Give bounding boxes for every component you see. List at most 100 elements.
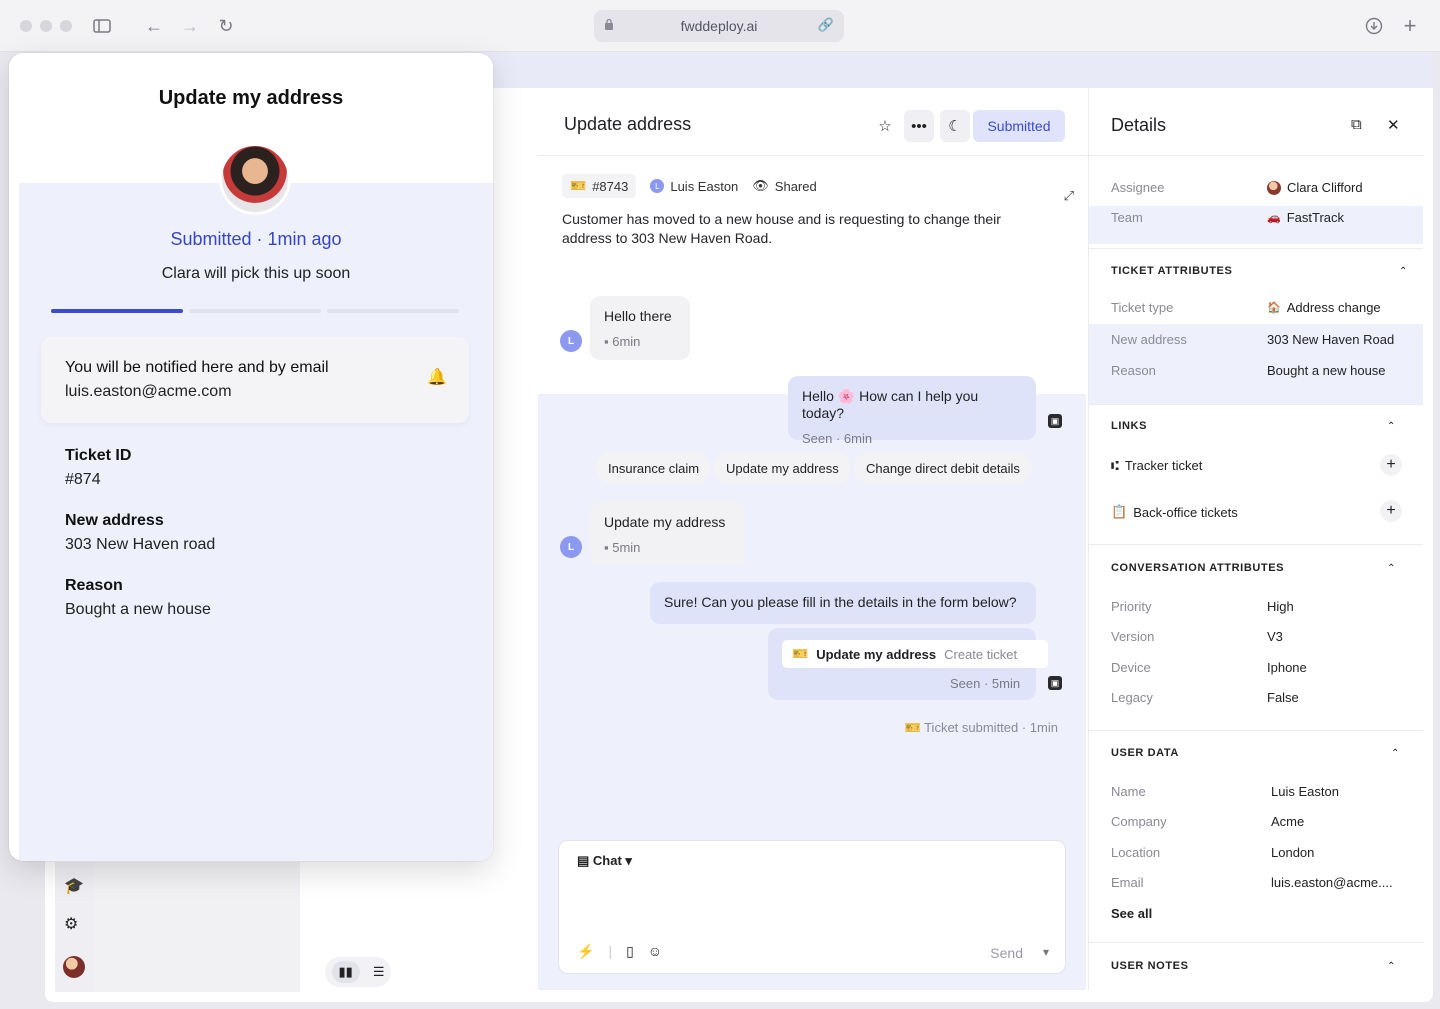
assignee-label: Assignee bbox=[1111, 180, 1165, 195]
quick-reply-button[interactable]: Change direct debit details bbox=[854, 452, 1032, 484]
ticket-icon: 🎫 bbox=[792, 646, 809, 661]
attribute-value: Iphone bbox=[1267, 660, 1307, 675]
field-value: Bought a new house bbox=[65, 601, 211, 618]
user-data-value: Luis Easton bbox=[1271, 784, 1339, 799]
user-data-row[interactable]: Company Acme bbox=[1111, 814, 1411, 829]
user-data-value: Acme bbox=[1271, 814, 1305, 829]
attribute-row[interactable]: Device Iphone bbox=[1111, 660, 1411, 675]
chevron-up-icon[interactable]: ⌃ bbox=[1387, 421, 1395, 432]
user-notes-heading: USER NOTES bbox=[1111, 960, 1189, 972]
assignee-value: Clara Clifford bbox=[1287, 180, 1363, 195]
user-data-row[interactable]: Name Luis Easton bbox=[1111, 784, 1411, 799]
customer-avatar: L bbox=[560, 330, 582, 352]
field-value: #874 bbox=[65, 471, 101, 488]
add-tracker-ticket-button[interactable]: + bbox=[1380, 454, 1402, 476]
star-icon[interactable]: ☆ bbox=[872, 110, 898, 142]
clipboard-icon: 📋 bbox=[1111, 504, 1128, 519]
customer-name: Luis Easton bbox=[670, 178, 739, 194]
field-value: 303 New Haven road bbox=[65, 536, 216, 553]
bell-icon[interactable]: 🔔 bbox=[427, 367, 447, 387]
attribute-row[interactable]: Version V3 bbox=[1111, 629, 1411, 644]
bookmark-icon[interactable]: ▯ bbox=[626, 943, 634, 960]
composer-mode-label: Chat bbox=[592, 853, 622, 868]
view-toggle[interactable]: ▮▮ ☰ bbox=[325, 957, 391, 987]
new-tab-icon[interactable]: + bbox=[1398, 13, 1422, 38]
snooze-moon-icon[interactable]: ☾ bbox=[940, 110, 970, 142]
chevron-up-icon[interactable]: ⌃ bbox=[1399, 266, 1407, 277]
list-view-icon[interactable]: ☰ bbox=[373, 964, 385, 980]
url-text: fwddeploy.ai bbox=[680, 18, 758, 34]
quick-reply-button[interactable]: Insurance claim bbox=[596, 452, 712, 484]
create-ticket-card[interactable]: 🎫 Update my address Create ticket bbox=[782, 640, 1048, 668]
team-row[interactable]: Team 🚗 FastTrack bbox=[1111, 210, 1411, 225]
attribute-key: Legacy bbox=[1111, 690, 1153, 705]
back-arrow-icon[interactable]: ← bbox=[142, 14, 166, 38]
sidebar-toggle-icon[interactable] bbox=[90, 14, 114, 38]
agent-avatar bbox=[219, 143, 291, 215]
add-back-office-ticket-button[interactable]: + bbox=[1380, 500, 1402, 522]
user-data-heading: USER DATA bbox=[1111, 747, 1179, 759]
message-text: Hello there bbox=[604, 308, 672, 324]
attribute-row[interactable]: New address 303 New Haven Road bbox=[1111, 332, 1411, 347]
attribute-key: Version bbox=[1111, 629, 1155, 644]
close-window-button[interactable] bbox=[20, 20, 32, 32]
assignee-row[interactable]: Assignee Clara Clifford bbox=[1111, 180, 1411, 195]
expand-icon[interactable]: ⤢ bbox=[1064, 188, 1074, 204]
tracker-ticket-link[interactable]: ⑆ Tracker ticket bbox=[1111, 458, 1202, 473]
chevron-down-icon[interactable]: ▾ bbox=[1043, 945, 1049, 959]
attribute-row[interactable]: Reason Bought a new house bbox=[1111, 363, 1411, 378]
graduation-cap-icon[interactable]: 🎓 bbox=[64, 876, 84, 896]
eye-icon: 👁 bbox=[752, 178, 769, 193]
chevron-up-icon[interactable]: ⌃ bbox=[1391, 748, 1399, 759]
ticket-id-chip[interactable]: 🎫 #8743 bbox=[562, 174, 637, 198]
shared-chip[interactable]: 👁 Shared bbox=[752, 178, 816, 194]
reason-field: Reason Bought a new house bbox=[65, 577, 211, 619]
columns-view-icon[interactable]: ▮▮ bbox=[331, 961, 360, 983]
new-address-field: New address 303 New Haven road bbox=[65, 512, 215, 554]
divider bbox=[1089, 404, 1423, 405]
create-ticket-link[interactable]: Create ticket bbox=[944, 647, 1017, 662]
user-data-value: London bbox=[1271, 845, 1315, 860]
customer-avatar: L bbox=[650, 179, 665, 193]
attribute-value: Address change bbox=[1286, 300, 1381, 315]
maximize-window-button[interactable] bbox=[60, 20, 72, 32]
reload-icon[interactable]: ↻ bbox=[214, 14, 238, 38]
customer-avatar: L bbox=[560, 536, 582, 558]
address-bar[interactable]: fwddeploy.ai 🔗 bbox=[594, 10, 844, 42]
more-options-icon[interactable]: ••• bbox=[904, 110, 934, 142]
lightning-icon[interactable]: ⚡ bbox=[577, 943, 594, 960]
attribute-value: False bbox=[1267, 690, 1299, 705]
user-avatar[interactable] bbox=[63, 956, 85, 978]
attribute-row[interactable]: Legacy False bbox=[1111, 690, 1411, 705]
status-subtitle: Clara will pick this up soon bbox=[161, 265, 351, 282]
download-icon[interactable] bbox=[1362, 14, 1386, 38]
chevron-up-icon[interactable]: ⌃ bbox=[1387, 961, 1395, 972]
message-time: 6min bbox=[612, 334, 641, 349]
emoji-icon[interactable]: ☺ bbox=[648, 943, 662, 960]
back-office-tickets-link[interactable]: 📋 Back-office tickets bbox=[1111, 504, 1238, 520]
message-time: 5min bbox=[612, 540, 641, 555]
user-data-row[interactable]: Email luis.easton@acme.... bbox=[1111, 875, 1411, 890]
message-bubble: Hello there ▪ 6min bbox=[590, 296, 690, 360]
message-composer[interactable]: ▤ Chat ▾ ⚡ | ▯ ☺ Send ▾ bbox=[558, 840, 1066, 974]
attribute-row[interactable]: Ticket type 🏠 Address change bbox=[1111, 300, 1411, 315]
forward-arrow-icon[interactable]: → bbox=[178, 14, 202, 38]
quick-reply-button[interactable]: Update my address bbox=[714, 452, 851, 484]
ticket-id-field: Ticket ID #874 bbox=[65, 447, 131, 489]
user-data-key: Company bbox=[1111, 814, 1167, 829]
chevron-up-icon[interactable]: ⌃ bbox=[1387, 563, 1395, 574]
minimize-window-button[interactable] bbox=[40, 20, 52, 32]
attribute-row[interactable]: Priority High bbox=[1111, 599, 1411, 614]
see-all-link[interactable]: See all bbox=[1111, 906, 1152, 921]
link-icon[interactable]: 🔗 bbox=[818, 17, 834, 33]
notify-email: luis.easton@acme.com bbox=[65, 383, 232, 400]
submitted-status-button[interactable]: Submitted bbox=[973, 110, 1065, 142]
open-external-icon[interactable]: ⧉ bbox=[1351, 116, 1362, 133]
gear-icon[interactable]: ⚙ bbox=[64, 914, 78, 934]
close-icon[interactable]: ✕ bbox=[1387, 116, 1400, 134]
composer-mode-select[interactable]: ▤ Chat ▾ bbox=[577, 853, 632, 869]
customer-chip[interactable]: L Luis Easton bbox=[650, 179, 738, 194]
send-button[interactable]: Send bbox=[990, 945, 1023, 961]
bot-icon: ▣ bbox=[1048, 676, 1062, 690]
user-data-row[interactable]: Location London bbox=[1111, 845, 1411, 860]
